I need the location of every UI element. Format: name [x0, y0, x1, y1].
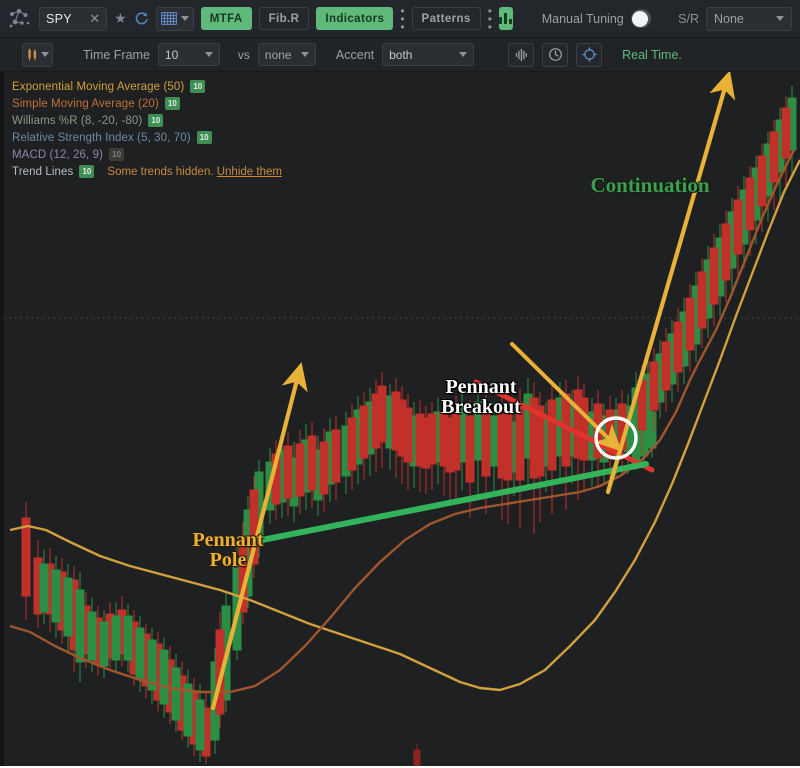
legend-label-macd: MACD (12, 26, 9): [12, 148, 104, 161]
chevron-down-icon: [300, 52, 309, 57]
legend-label-sma: Simple Moving Average (20): [12, 97, 159, 110]
legend-label-trend-lines: Trend Lines: [12, 165, 74, 178]
vs-label: vs: [237, 47, 250, 62]
indicator-legend: Exponential Moving Average (50) 10 Simpl…: [12, 80, 282, 178]
secondary-toolbar: Time Frame 10 vs none Accent both Real T…: [0, 38, 800, 72]
main-toolbar: SPY ✕ ★ MTFA Fib.R Indicators • • • Patter…: [0, 0, 800, 38]
sr-select[interactable]: None: [706, 6, 792, 31]
trading-chart-app: SPY ✕ ★ MTFA Fib.R Indicators • • • Patter…: [0, 0, 800, 768]
sr-value: None: [714, 11, 744, 26]
legend-label-rsi: Relative Strength Index (5, 30, 70): [12, 131, 191, 144]
chevron-down-icon: [204, 52, 213, 57]
legend-item-sma[interactable]: Simple Moving Average (20) 10: [12, 97, 282, 110]
star-icon[interactable]: ★: [114, 8, 127, 30]
legend-item-macd[interactable]: MACD (12, 26, 9) 10: [12, 148, 282, 161]
indicators-button[interactable]: Indicators: [316, 7, 394, 30]
time-frame-value: 10: [164, 47, 179, 62]
chevron-down-icon: [180, 16, 189, 21]
legend-badge-trend-lines[interactable]: 10: [79, 165, 95, 178]
pennant-pole-arrow: [210, 362, 308, 711]
indicators-kebab-menu-icon[interactable]: • • •: [400, 5, 404, 33]
vs-value: none: [264, 47, 292, 62]
legend-item-trend-lines[interactable]: Trend Lines 10 Some trends hidden. Unhid…: [12, 165, 282, 178]
accent-value: both: [389, 47, 413, 62]
candlestick-style-button[interactable]: [22, 42, 53, 67]
legend-item-rsi[interactable]: Relative Strength Index (5, 30, 70) 10: [12, 131, 282, 144]
symbol-value: SPY: [46, 11, 72, 26]
grid-style-button[interactable]: [155, 6, 194, 31]
legend-badge-williams-r[interactable]: 10: [148, 114, 164, 127]
legend-badge-rsi[interactable]: 10: [196, 131, 212, 144]
vs-select[interactable]: none: [257, 43, 316, 66]
waveform-icon[interactable]: [508, 42, 535, 67]
clock-icon[interactable]: [542, 42, 569, 67]
bar-chart-icon[interactable]: [498, 7, 513, 30]
network-nodes-icon[interactable]: [8, 6, 32, 32]
legend-label-williams-r: Williams %R (8, -20, -80): [12, 114, 143, 127]
mtfa-button[interactable]: MTFA: [200, 7, 252, 30]
legend-label-ema: Exponential Moving Average (50): [12, 80, 185, 93]
close-icon[interactable]: ✕: [89, 12, 100, 25]
trend-hidden-hint-text: Some trends hidden.: [107, 165, 217, 178]
legend-item-williams-r[interactable]: Williams %R (8, -20, -80) 10: [12, 114, 282, 127]
fib-r-button[interactable]: Fib.R: [258, 7, 310, 30]
chevron-down-icon: [776, 16, 784, 21]
candlestick-series: [21, 86, 797, 768]
grid-swatch-icon: [160, 12, 177, 25]
unhide-trends-link[interactable]: Unhide them: [217, 166, 282, 178]
accent-label: Accent: [335, 47, 375, 62]
patterns-kebab-menu-icon[interactable]: • • •: [488, 5, 492, 33]
realtime-status: Real Time.: [622, 47, 682, 62]
manual-tuning-toggle[interactable]: [630, 9, 652, 28]
legend-badge-sma[interactable]: 10: [164, 97, 180, 110]
symbol-input[interactable]: SPY ✕: [39, 6, 108, 31]
refresh-icon[interactable]: [134, 8, 149, 30]
legend-badge-ema[interactable]: 10: [190, 80, 206, 93]
patterns-button[interactable]: Patterns: [411, 7, 481, 30]
target-icon[interactable]: [576, 42, 603, 67]
legend-item-ema[interactable]: Exponential Moving Average (50) 10: [12, 80, 282, 93]
chevron-down-icon: [40, 52, 49, 57]
legend-badge-macd[interactable]: 10: [109, 148, 125, 161]
trend-hidden-hint: Some trends hidden. Unhide them: [107, 166, 282, 178]
accent-select[interactable]: both: [382, 43, 475, 66]
time-frame-select[interactable]: 10: [157, 43, 220, 66]
sr-label: S/R: [678, 11, 699, 26]
manual-tuning-label: Manual Tuning: [541, 11, 624, 26]
time-frame-label: Time Frame: [83, 47, 150, 62]
chevron-down-icon: [459, 52, 468, 57]
